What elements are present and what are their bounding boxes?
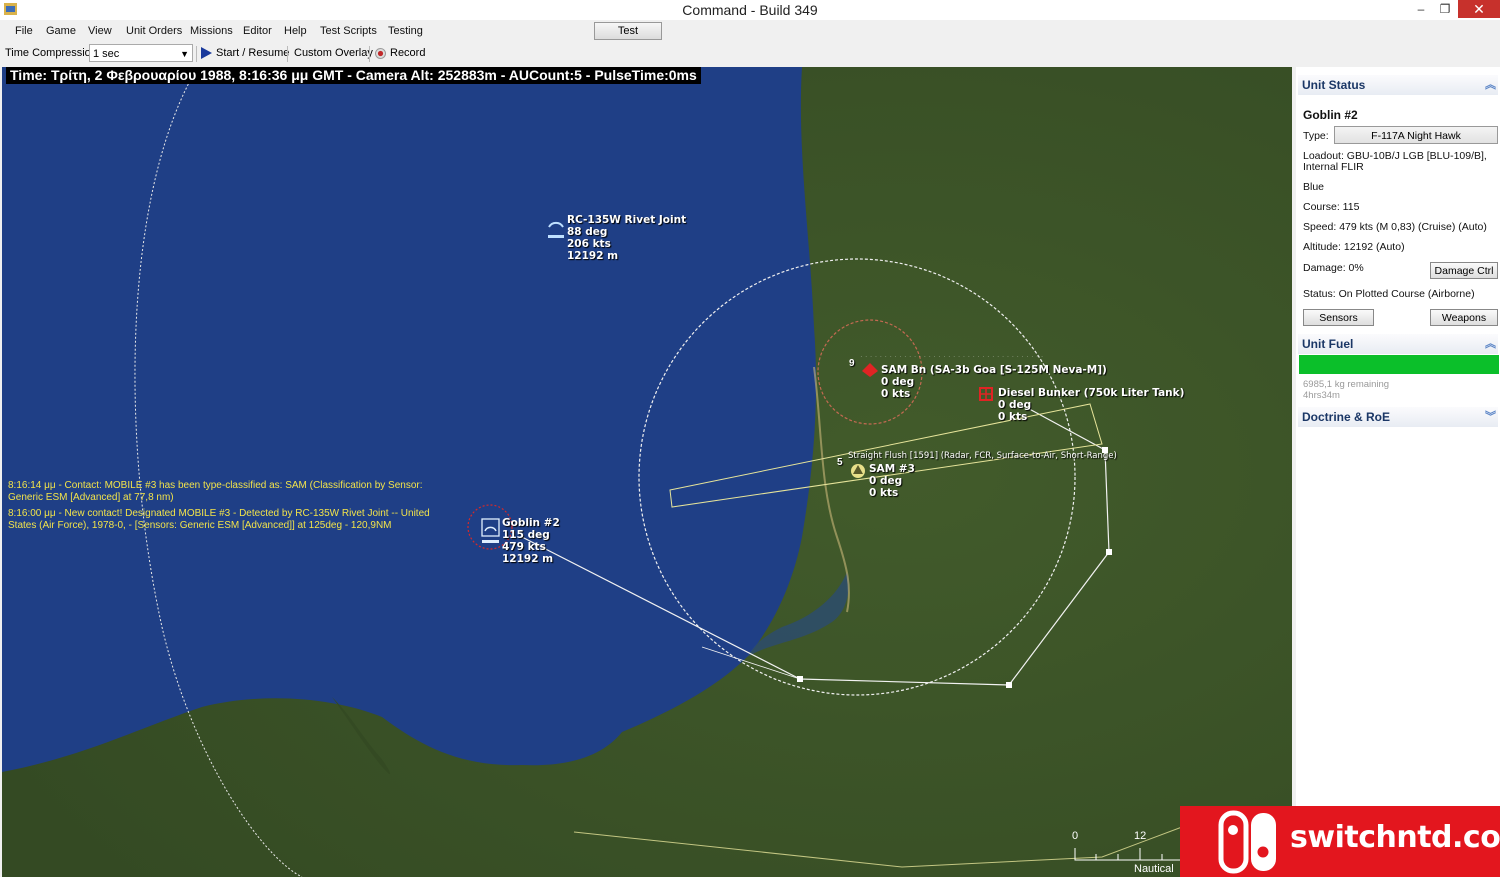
close-icon[interactable]: ✕ (1458, 0, 1500, 18)
ghost-label: · · · · · · · · · · · · · · · · · · · · … (860, 352, 1044, 361)
test-button[interactable]: Test (594, 22, 662, 40)
watermark-text: switchntd.com (1290, 820, 1500, 855)
custom-overlay-button[interactable]: Custom Overlay (294, 47, 373, 59)
scale-bar: 0 12 Nautical (1068, 828, 1198, 877)
doctrine-header[interactable]: Doctrine & RoE ︾ (1298, 407, 1498, 427)
restore-icon[interactable]: ❐ (1432, 0, 1458, 18)
play-icon[interactable] (200, 47, 212, 59)
title-bar: Command - Build 349 ‒ ❐ ✕ (0, 0, 1500, 20)
damage: Damage: 0% (1303, 262, 1364, 274)
time-compression-select[interactable]: 1 sec ▼ (89, 44, 193, 62)
sea-area (2, 67, 817, 772)
record-button[interactable]: Record (390, 47, 425, 59)
menu-file[interactable]: File (15, 25, 33, 37)
type-label: Type: (1303, 130, 1329, 142)
status-bar: Time: Τρίτη, 2 Φεβρουαρίου 1988, 8:16:36… (6, 67, 701, 84)
map-canvas (2, 67, 1292, 877)
unit-altitude: 12192 m (502, 553, 554, 565)
unit-name: Goblin #2 (502, 517, 560, 529)
chevron-down-icon: ▼ (180, 49, 189, 59)
time-compression-label: Time Compression: (5, 47, 100, 59)
unit-status-panel (1296, 67, 1500, 877)
loadout-line-2: Internal FLIR (1303, 161, 1364, 173)
speed: Speed: 479 kts (M 0,83) (Cruise) (Auto) (1303, 221, 1487, 233)
minimize-icon[interactable]: ‒ (1408, 0, 1434, 18)
unit-label-rc135[interactable]: RC-135W Rivet Joint 88 deg 206 kts 12192… (567, 214, 686, 262)
unit-altitude: 12192 m (567, 250, 619, 262)
unit-course: 88 deg (567, 226, 608, 238)
unit-course: 0 deg (869, 475, 903, 487)
unit-status-header[interactable]: Unit Status ︽ (1298, 75, 1498, 95)
unit-name: Diesel Bunker (750k Liter Tank) (998, 387, 1185, 399)
unit-label-sam3[interactable]: SAM #3 0 deg 0 kts (869, 463, 915, 499)
aircraft-icon[interactable] (480, 517, 502, 545)
message-log-entry: 8:16:14 μμ - Contact: MOBILE #3 has been… (8, 480, 423, 503)
marker-number: 5 (837, 457, 843, 468)
toolbar: Time Compression: Start / Resume Custom … (0, 42, 1500, 66)
unit-name: SAM Bn (SA-3b Goa [S-125M Neva-M]) (881, 364, 1107, 376)
menu-editor[interactable]: Editor (243, 25, 272, 37)
fuel-time: 4hrs34m (1303, 390, 1340, 401)
section-title: Unit Status (1302, 78, 1366, 92)
menu-test-scripts[interactable]: Test Scripts (320, 25, 377, 37)
unit-speed: 206 kts (567, 238, 611, 250)
section-title: Unit Fuel (1302, 337, 1354, 351)
menu-testing[interactable]: Testing (388, 25, 423, 37)
damage-ctrl-button[interactable]: Damage Ctrl (1430, 262, 1498, 279)
expand-icon[interactable]: ︾ (1485, 407, 1496, 427)
status: Status: On Plotted Course (Airborne) (1303, 288, 1475, 300)
tactical-map[interactable]: Time: Τρίτη, 2 Φεβρουαρίου 1988, 8:16:36… (2, 67, 1292, 877)
sam-icon[interactable] (850, 463, 866, 479)
fuel-remaining: 6985,1 kg remaining (1303, 379, 1390, 390)
toolbar-divider (287, 46, 288, 62)
switch-logo-icon (1218, 810, 1276, 874)
section-title: Doctrine & RoE (1302, 410, 1391, 424)
watermark: switchntd.com (1180, 806, 1500, 877)
scale-start: 0 (1072, 830, 1079, 842)
collapse-icon[interactable]: ︽ (1485, 334, 1496, 354)
toolbar-divider (196, 46, 197, 62)
side: Blue (1303, 181, 1325, 193)
scale-unit: Nautical (1134, 863, 1174, 875)
unit-course: 115 deg (502, 529, 550, 541)
sensors-button[interactable]: Sensors (1303, 309, 1374, 326)
time-compression-value: 1 sec (93, 48, 120, 60)
fuel-bar-fill (1299, 355, 1499, 374)
menu-missions[interactable]: Missions (190, 25, 233, 37)
unit-name: SAM #3 (869, 463, 915, 475)
toolbar-divider (369, 46, 370, 62)
unit-fuel-header[interactable]: Unit Fuel ︽ (1298, 334, 1498, 354)
menu-help[interactable]: Help (284, 25, 307, 37)
window-title: Command - Build 349 (682, 2, 818, 18)
unit-speed: 0 kts (869, 487, 899, 499)
scale-ticks (1074, 848, 1182, 861)
sensor-note: Straight Flush [1591] (Radar, FCR, Surfa… (848, 451, 1117, 461)
bunker-icon[interactable] (979, 387, 993, 401)
course: Course: 115 (1303, 201, 1360, 213)
unit-name: RC-135W Rivet Joint (567, 214, 687, 226)
unit-speed: 479 kts (502, 541, 546, 553)
menu-game[interactable]: Game (46, 25, 76, 37)
menu-unit-orders[interactable]: Unit Orders (126, 25, 182, 37)
sam-icon[interactable] (862, 363, 878, 377)
unit-type-button[interactable]: F-117A Night Hawk (1334, 126, 1498, 144)
menu-view[interactable]: View (88, 25, 112, 37)
start-resume-button[interactable]: Start / Resume (216, 47, 289, 59)
record-icon[interactable] (375, 48, 386, 59)
fuel-bar (1299, 355, 1499, 374)
scale-end: 12 (1134, 830, 1147, 842)
unit-label-bunker[interactable]: Diesel Bunker (750k Liter Tank) 0 deg 0 … (998, 387, 1184, 423)
unit-label-goblin[interactable]: Goblin #2 115 deg 479 kts 12192 m (502, 517, 560, 565)
unit-name: Goblin #2 (1303, 108, 1358, 122)
aircraft-icon[interactable] (546, 215, 566, 241)
marker-number: 9 (849, 358, 855, 369)
unit-speed: 0 kts (998, 411, 1028, 423)
altitude: Altitude: 12192 (Auto) (1303, 241, 1405, 253)
unit-course: 0 deg (998, 399, 1032, 411)
menu-bar: File Game View Unit Orders Missions Edit… (0, 20, 1500, 42)
collapse-icon[interactable]: ︽ (1485, 75, 1496, 95)
message-log-entry: 8:16:00 μμ - New contact! Designated MOB… (8, 508, 430, 531)
weapons-button[interactable]: Weapons (1430, 309, 1498, 326)
